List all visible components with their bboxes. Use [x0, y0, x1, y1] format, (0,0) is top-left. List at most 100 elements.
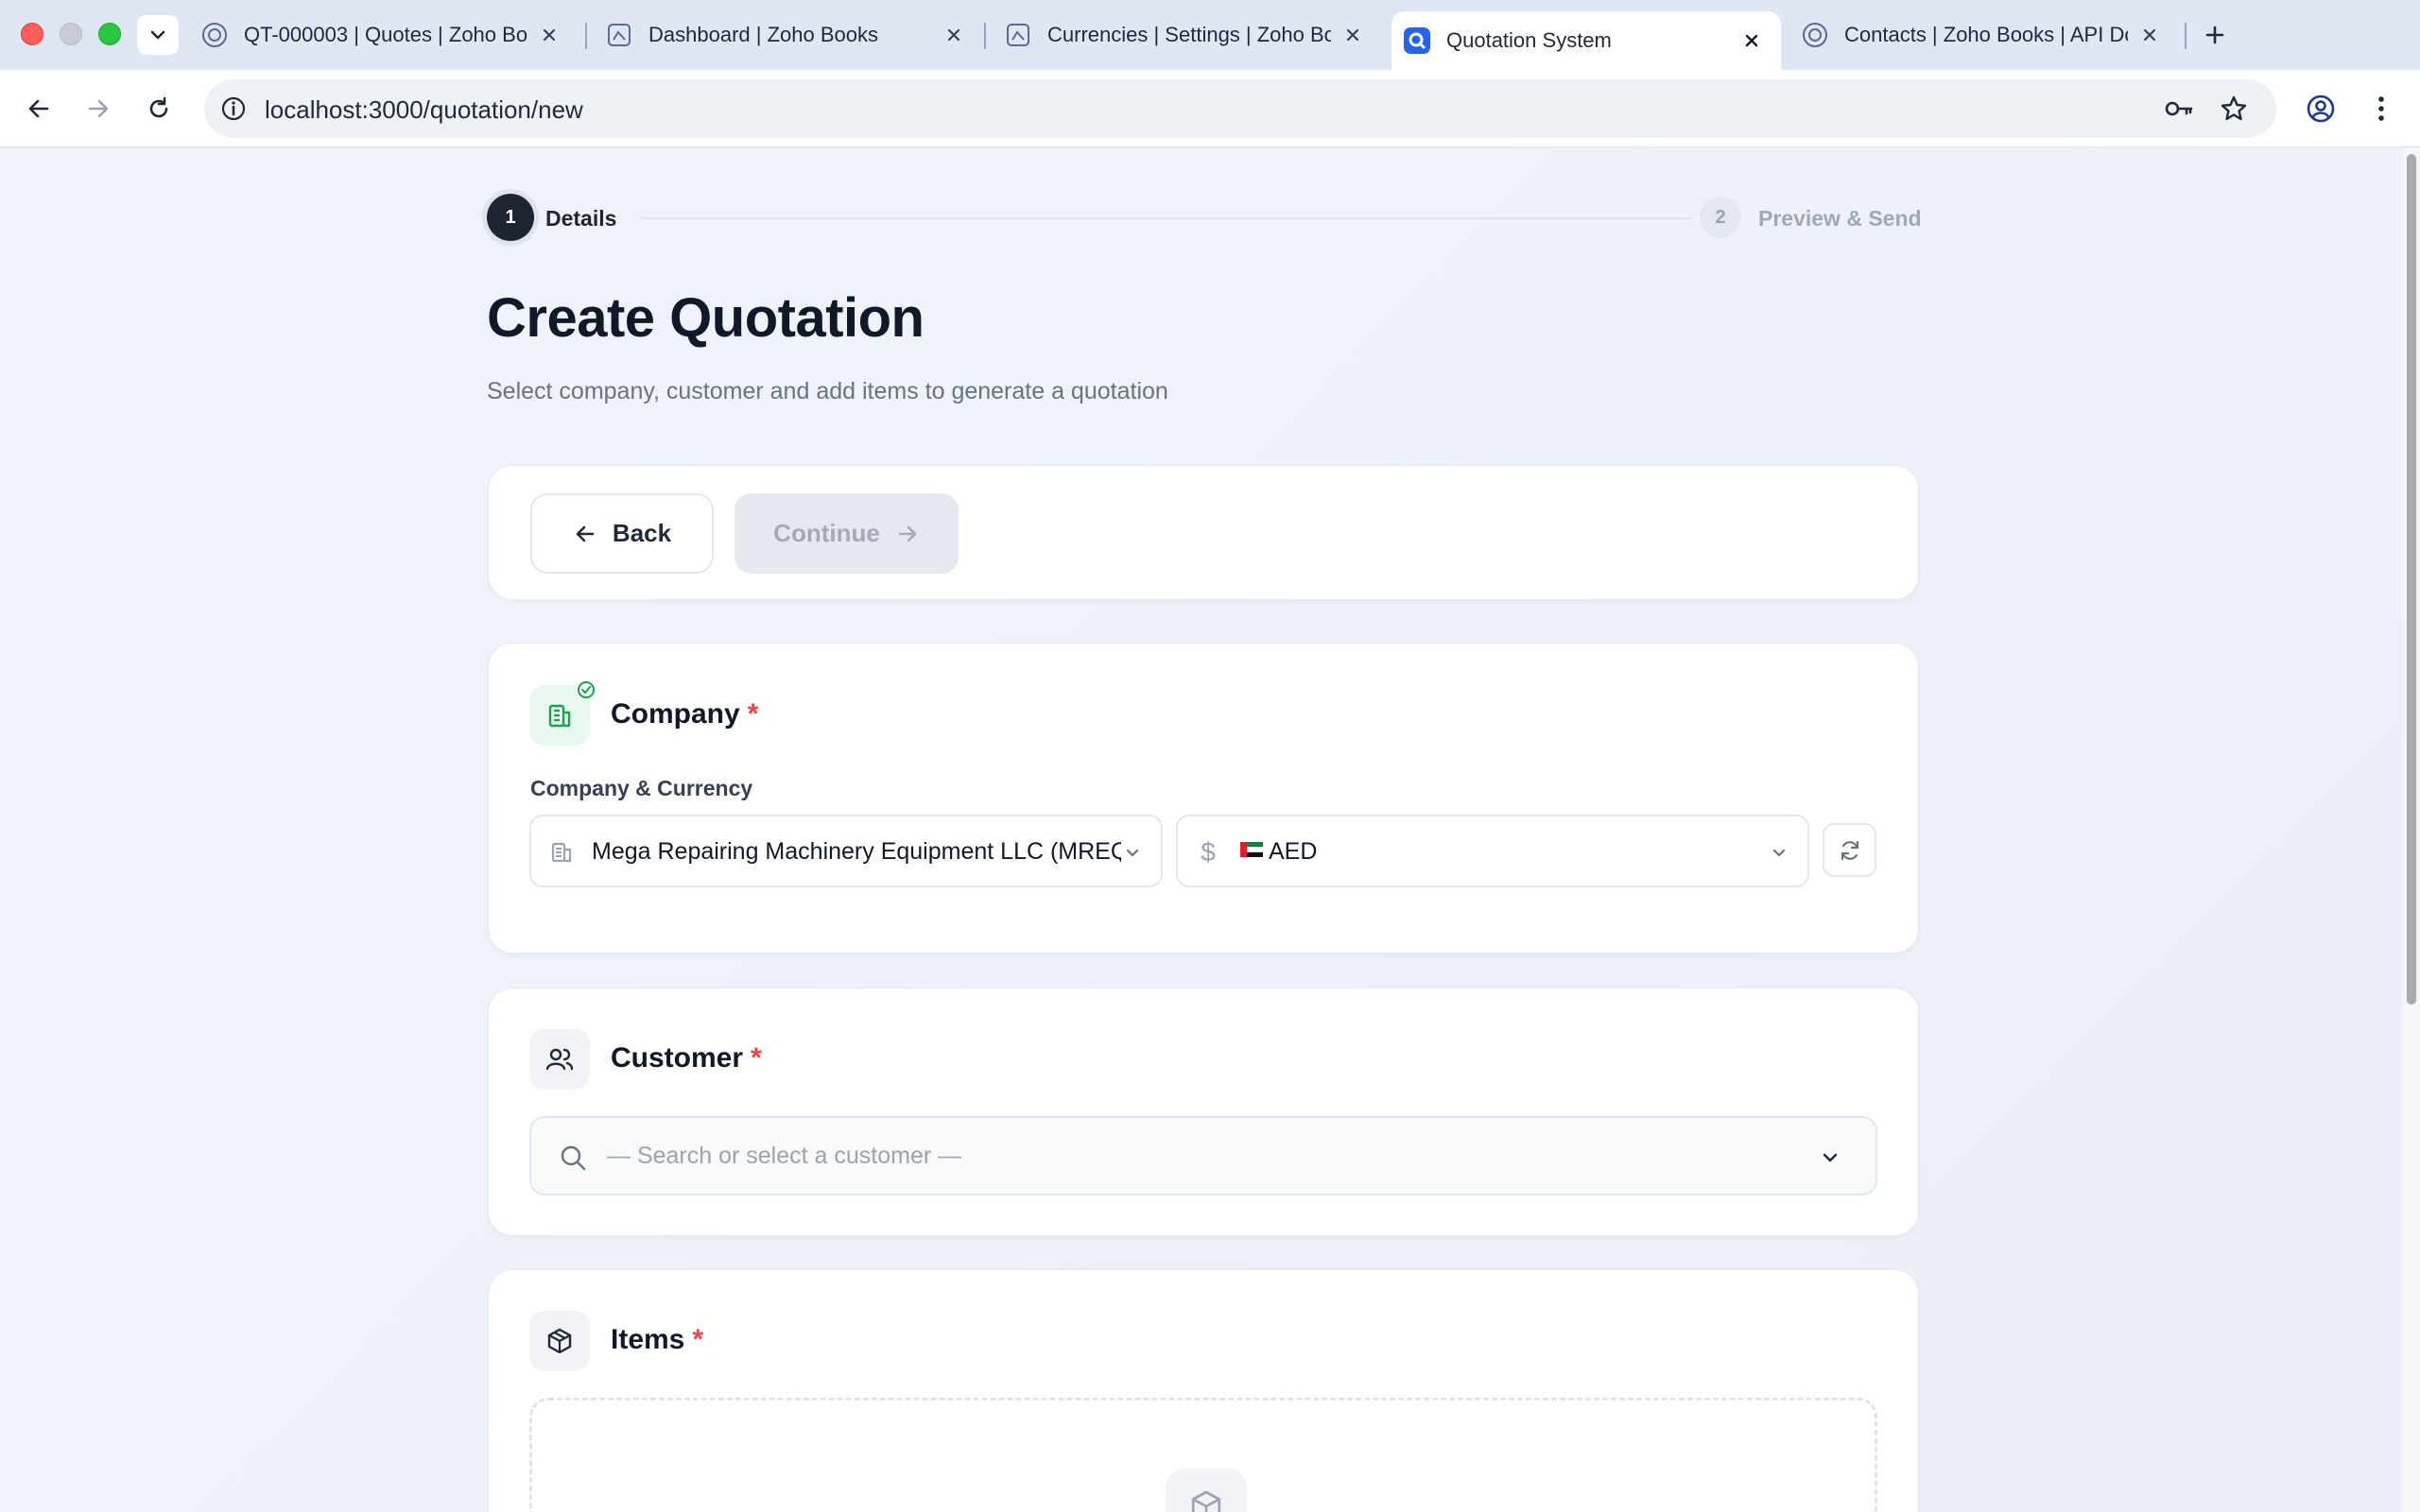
- continue-button-label: Continue: [773, 519, 880, 547]
- items-section-icon: [529, 1311, 590, 1371]
- arrow-right-icon: [898, 525, 917, 541]
- forward-nav-button[interactable]: [78, 89, 118, 129]
- browser-tab-contacts[interactable]: Contacts | Zoho Books | API Documentatio…: [1801, 13, 2179, 57]
- url-text: localhost:3000/quotation/new: [265, 95, 583, 124]
- continue-button[interactable]: Continue: [735, 493, 959, 574]
- chevron-down-icon: [1766, 839, 1792, 866]
- customer-search-select[interactable]: [529, 1116, 1877, 1195]
- customer-section-icon: [529, 1029, 590, 1090]
- more-vertical-icon: [2378, 96, 2384, 121]
- page-scrollbar[interactable]: [2403, 148, 2420, 1512]
- browser-tab-currencies[interactable]: Currencies | Settings | Zoho Books: [1004, 13, 1382, 57]
- close-tab-icon[interactable]: [1340, 23, 1365, 47]
- password-key-icon[interactable]: [2161, 91, 2197, 127]
- progress-stepper: 1 Details 2 Preview & Send: [487, 194, 1922, 243]
- tab-separator: [2185, 23, 2187, 49]
- plus-icon: [2205, 26, 2224, 44]
- arrow-left-icon: [576, 525, 595, 541]
- users-icon: [545, 1048, 574, 1071]
- address-bar[interactable]: localhost:3000/quotation/new: [204, 79, 2276, 138]
- page-title: Create Quotation: [487, 287, 925, 349]
- currency-select[interactable]: $ AED: [1176, 815, 1809, 887]
- chevron-down-icon: [150, 30, 165, 40]
- company-card: Company * Company & Currency Mega Repairi…: [488, 643, 1919, 954]
- site-info-icon[interactable]: [217, 93, 250, 125]
- browser-tab-quotes[interactable]: QT-000003 | Quotes | Zoho Books: [200, 13, 579, 57]
- company-section-title: Company *: [611, 698, 758, 730]
- close-tab-icon[interactable]: [537, 23, 562, 47]
- company-currency-label: Company & Currency: [530, 776, 753, 800]
- back-button-label: Back: [612, 519, 672, 547]
- step-label: Preview & Send: [1758, 206, 1922, 231]
- back-button[interactable]: Back: [530, 493, 714, 574]
- chevron-down-icon: [1119, 839, 1146, 866]
- tab-title: Currencies | Settings | Zoho Books: [1047, 23, 1331, 46]
- company-select-value: Mega Repairing Machinery Equipment LLC (…: [592, 838, 1121, 865]
- tab-title: Dashboard | Zoho Books: [648, 23, 878, 46]
- package-icon: [1166, 1469, 1247, 1512]
- zoho-books-icon: [1801, 21, 1829, 49]
- arrow-left-icon: [28, 99, 49, 118]
- close-tab-icon[interactable]: [942, 23, 966, 47]
- ae-flag-icon: [1240, 842, 1263, 857]
- step-number: 2: [1700, 197, 1741, 238]
- zoho-books-icon: [605, 21, 633, 49]
- reload-icon: [149, 96, 168, 118]
- items-empty-state: [529, 1398, 1877, 1512]
- reload-button[interactable]: [139, 89, 179, 129]
- back-nav-button[interactable]: [19, 89, 59, 129]
- arrow-right-icon: [88, 99, 109, 118]
- company-title-text: Company: [611, 698, 740, 730]
- close-tab-icon[interactable]: [2137, 23, 2162, 47]
- window-minimize-button[interactable]: [60, 23, 82, 45]
- browser-tab-dashboard[interactable]: Dashboard | Zoho Books: [605, 13, 983, 57]
- items-card: Items *: [488, 1269, 1919, 1512]
- building-icon: [546, 837, 577, 868]
- browser-tab-bar: QT-000003 | Quotes | Zoho Books Dashboar…: [0, 0, 2420, 70]
- tab-title: QT-000003 | Quotes | Zoho Books: [244, 23, 527, 46]
- step-number: 1: [487, 194, 534, 241]
- zoho-books-icon: [1004, 21, 1032, 49]
- refresh-currency-button[interactable]: [1823, 823, 1876, 877]
- quotation-system-favicon: [1403, 26, 1431, 55]
- account-circle-icon: [2307, 94, 2335, 123]
- tab-title: Contacts | Zoho Books | API Documentatio…: [1844, 23, 2128, 46]
- package-icon: [547, 1328, 572, 1354]
- step-label: Details: [545, 206, 617, 231]
- close-tab-icon[interactable]: [1739, 28, 1764, 53]
- new-tab-button[interactable]: [2195, 15, 2235, 55]
- customer-card: Customer *: [488, 988, 1919, 1236]
- window-maximize-button[interactable]: [98, 23, 121, 45]
- tab-title: Quotation System: [1446, 28, 1612, 52]
- browser-menu-button[interactable]: [2361, 89, 2401, 129]
- browser-toolbar: localhost:3000/quotation/new: [0, 70, 2420, 147]
- customer-search-input[interactable]: [607, 1137, 1779, 1175]
- required-marker: *: [747, 698, 759, 730]
- chevron-down-icon: [1817, 1144, 1843, 1171]
- building-icon: [548, 704, 571, 728]
- refresh-icon: [1841, 840, 1858, 860]
- actions-card: Back Continue: [488, 465, 1919, 600]
- page-subtitle: Select company, customer and add items t…: [487, 378, 1168, 404]
- dollar-icon: $: [1201, 837, 1216, 867]
- zoho-books-icon: [200, 21, 229, 49]
- profile-button[interactable]: [2301, 89, 2341, 129]
- items-title-text: Items: [611, 1324, 685, 1355]
- tab-separator: [984, 23, 986, 49]
- customer-section-title: Customer *: [611, 1042, 762, 1074]
- tab-separator: [585, 23, 587, 49]
- company-select[interactable]: Mega Repairing Machinery Equipment LLC (…: [529, 815, 1163, 887]
- customer-title-text: Customer: [611, 1042, 744, 1074]
- required-marker: *: [751, 1042, 762, 1074]
- scrollbar-thumb[interactable]: [2407, 154, 2416, 1005]
- currency-select-value: AED: [1269, 838, 1318, 865]
- bookmark-star-icon[interactable]: [2216, 91, 2252, 127]
- tab-search-button[interactable]: [137, 15, 179, 55]
- search-icon: [558, 1143, 588, 1173]
- verified-check-icon: [576, 679, 596, 700]
- step-connector: [641, 217, 1692, 219]
- browser-tab-quotation-system[interactable]: Quotation System: [1392, 11, 1781, 70]
- items-section-title: Items *: [611, 1324, 703, 1356]
- required-marker: *: [692, 1324, 704, 1355]
- window-close-button[interactable]: [21, 23, 43, 45]
